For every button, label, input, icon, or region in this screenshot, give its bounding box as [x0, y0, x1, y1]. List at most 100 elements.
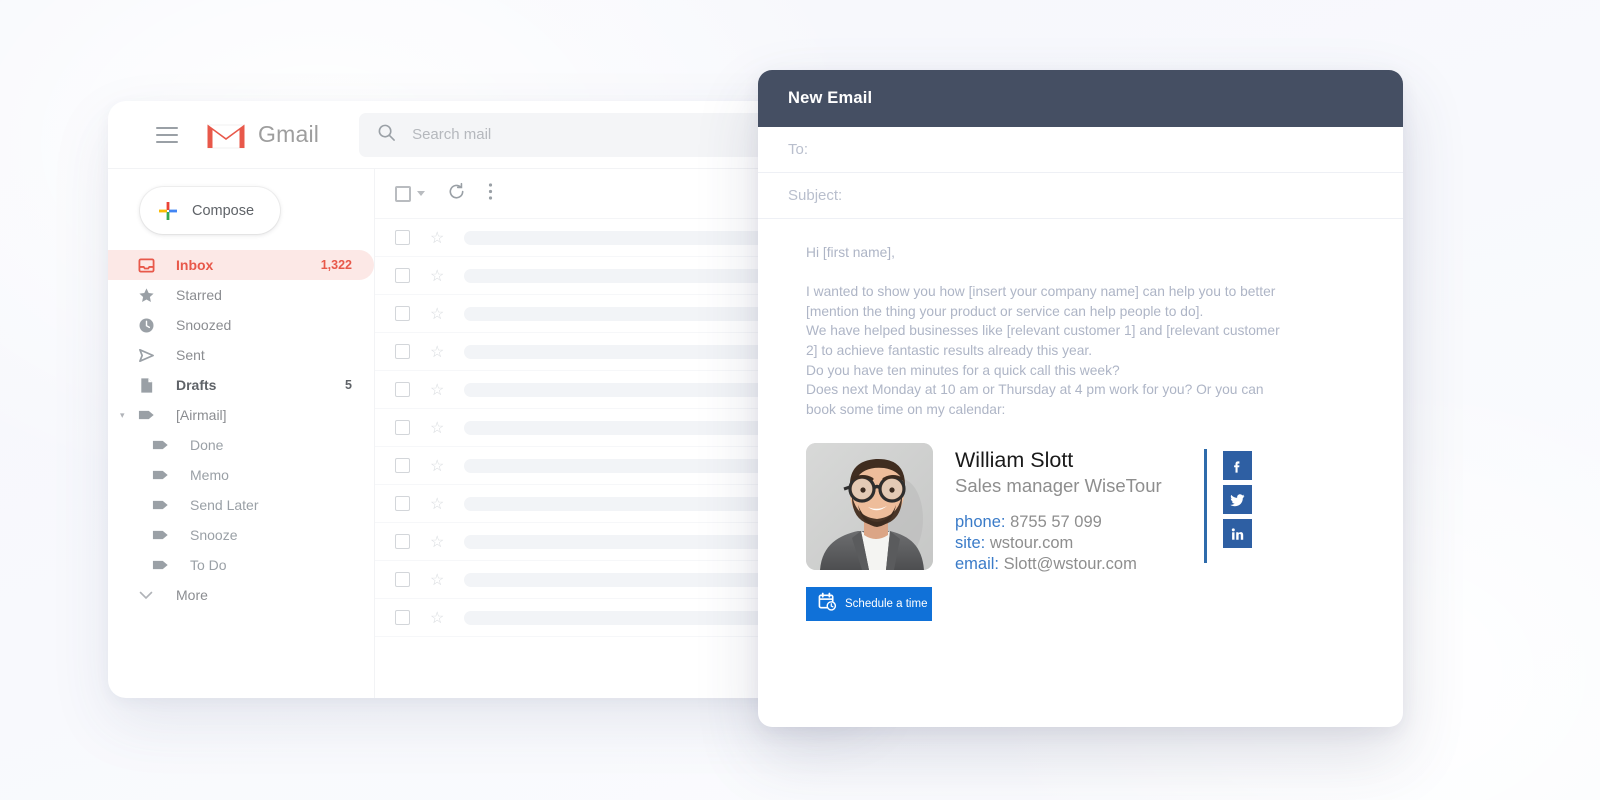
sidebar-item-label: Inbox — [176, 257, 214, 273]
to-field-label: To: — [788, 141, 809, 158]
chevron-down-icon — [136, 591, 156, 600]
signature-site-value[interactable]: wstour.com — [990, 534, 1073, 552]
compose-button-label: Compose — [192, 202, 255, 219]
avatar — [806, 443, 933, 571]
signature-email-value[interactable]: Slott@wstour.com — [1004, 555, 1137, 573]
star-icon[interactable]: ☆ — [430, 228, 444, 248]
sidebar-item-snoozed[interactable]: Snoozed — [108, 310, 374, 340]
signature-name: William Slott — [955, 448, 1074, 473]
sidebar-item-done[interactable]: Done — [108, 430, 374, 460]
page-title: New Email — [788, 89, 873, 107]
sidebar-item-label: More — [176, 587, 208, 603]
inbox-icon — [136, 257, 156, 274]
schedule-a-time-button[interactable]: Schedule a time — [806, 587, 932, 622]
sidebar-item-drafts[interactable]: Drafts 5 — [108, 370, 374, 400]
sidebar-item-sent[interactable]: Sent — [108, 340, 374, 370]
gmail-body: Compose Inbox 1,322 Starred Snoozed Sent… — [108, 169, 868, 698]
sidebar-item-memo[interactable]: Memo — [108, 460, 374, 490]
star-icon[interactable]: ☆ — [430, 608, 444, 628]
row-checkbox[interactable] — [395, 268, 410, 283]
more-vertical-icon[interactable] — [488, 182, 493, 206]
row-checkbox[interactable] — [395, 496, 410, 511]
gmail-m-icon — [206, 120, 246, 150]
facebook-icon[interactable] — [1222, 451, 1252, 481]
sidebar-item-label: Sent — [176, 347, 205, 363]
star-icon[interactable]: ☆ — [430, 266, 444, 286]
label-icon — [150, 498, 170, 512]
select-all-dropdown-icon[interactable] — [417, 191, 425, 196]
star-icon[interactable]: ☆ — [430, 532, 444, 552]
sidebar-item-send-later[interactable]: Send Later — [108, 490, 374, 520]
sidebar-item-label: [Airmail] — [176, 407, 227, 423]
sidebar-item-starred[interactable]: Starred — [108, 280, 374, 310]
signature-email-row: email: Slott@wstour.com — [955, 554, 1162, 575]
sidebar-item-inbox[interactable]: Inbox 1,322 — [108, 250, 374, 280]
star-icon[interactable]: ☆ — [430, 380, 444, 400]
sidebar-item-label: Done — [190, 437, 224, 453]
signature-divider — [1203, 449, 1207, 564]
select-all-checkbox[interactable] — [395, 185, 411, 202]
sidebar-item-label: Memo — [190, 467, 229, 483]
linkedin-icon[interactable] — [1222, 519, 1252, 549]
sidebar-item-snooze[interactable]: Snooze — [108, 520, 374, 550]
sidebar-item-airmail[interactable]: ▾ [Airmail] — [108, 400, 374, 430]
compose-body[interactable]: Hi [first name], I wanted to show you ho… — [758, 219, 1403, 622]
row-checkbox[interactable] — [395, 382, 410, 397]
search-placeholder: Search mail — [412, 126, 492, 143]
subject-field-label: Subject: — [788, 187, 843, 204]
star-icon[interactable]: ☆ — [430, 456, 444, 476]
signature-site-label: site: — [955, 534, 986, 553]
sidebar-item-more[interactable]: More — [108, 580, 374, 610]
gmail-window: Gmail Search mail Compose Inbox 1,322 St… — [108, 101, 868, 698]
row-checkbox[interactable] — [395, 230, 410, 245]
to-field[interactable]: To: — [758, 127, 1403, 173]
twitter-icon[interactable] — [1222, 485, 1252, 515]
plus-icon — [158, 201, 178, 221]
row-checkbox[interactable] — [395, 344, 410, 359]
clock-icon — [136, 317, 156, 334]
row-checkbox[interactable] — [395, 610, 410, 625]
star-icon[interactable]: ☆ — [430, 342, 444, 362]
star-icon[interactable]: ☆ — [430, 418, 444, 438]
search-icon — [377, 123, 396, 147]
row-checkbox[interactable] — [395, 458, 410, 473]
star-icon[interactable]: ☆ — [430, 304, 444, 324]
label-icon — [150, 528, 170, 542]
signature-email-label: email: — [955, 555, 1000, 574]
compose-button[interactable]: Compose — [140, 187, 280, 234]
row-checkbox[interactable] — [395, 534, 410, 549]
signature-left-column: Schedule a time — [806, 443, 933, 622]
email-signature: Schedule a time William Slott Sales mana… — [806, 443, 1373, 622]
sidebar-item-label: Starred — [176, 287, 222, 303]
sidebar-item-label: Drafts — [176, 377, 217, 393]
sidebar-item-label: To Do — [190, 557, 227, 573]
signature-phone-label: phone: — [955, 513, 1006, 532]
sidebar: Compose Inbox 1,322 Starred Snoozed Sent… — [108, 169, 374, 698]
label-icon — [136, 408, 156, 422]
signature-role: Sales manager WiseTour — [955, 475, 1162, 497]
chevron-down-icon[interactable]: ▾ — [120, 410, 130, 420]
search-input[interactable]: Search mail — [359, 112, 800, 157]
row-checkbox[interactable] — [395, 306, 410, 321]
row-checkbox[interactable] — [395, 572, 410, 587]
sidebar-item-count: 1,322 — [320, 258, 352, 272]
sidebar-item-to-do[interactable]: To Do — [108, 550, 374, 580]
signature-site-row: site: wstour.com — [955, 533, 1162, 554]
star-icon[interactable]: ☆ — [430, 570, 444, 590]
star-icon[interactable]: ☆ — [430, 494, 444, 514]
sidebar-item-label: Snooze — [190, 527, 238, 543]
label-icon — [150, 438, 170, 452]
sidebar-item-label: Send Later — [190, 497, 259, 513]
signature-phone-row: phone: 8755 57 099 — [955, 512, 1162, 533]
gmail-wordmark: Gmail — [258, 121, 320, 147]
gmail-logo: Gmail — [206, 120, 319, 150]
compose-header: New Email — [758, 70, 1403, 127]
calendar-clock-icon — [818, 592, 837, 616]
hamburger-icon[interactable] — [156, 126, 178, 143]
social-links — [1222, 443, 1252, 549]
subject-field[interactable]: Subject: — [758, 173, 1403, 219]
label-icon — [150, 468, 170, 482]
refresh-icon[interactable] — [447, 182, 466, 206]
sidebar-nav: Inbox 1,322 Starred Snoozed Sent Drafts … — [108, 250, 374, 610]
row-checkbox[interactable] — [395, 420, 410, 435]
